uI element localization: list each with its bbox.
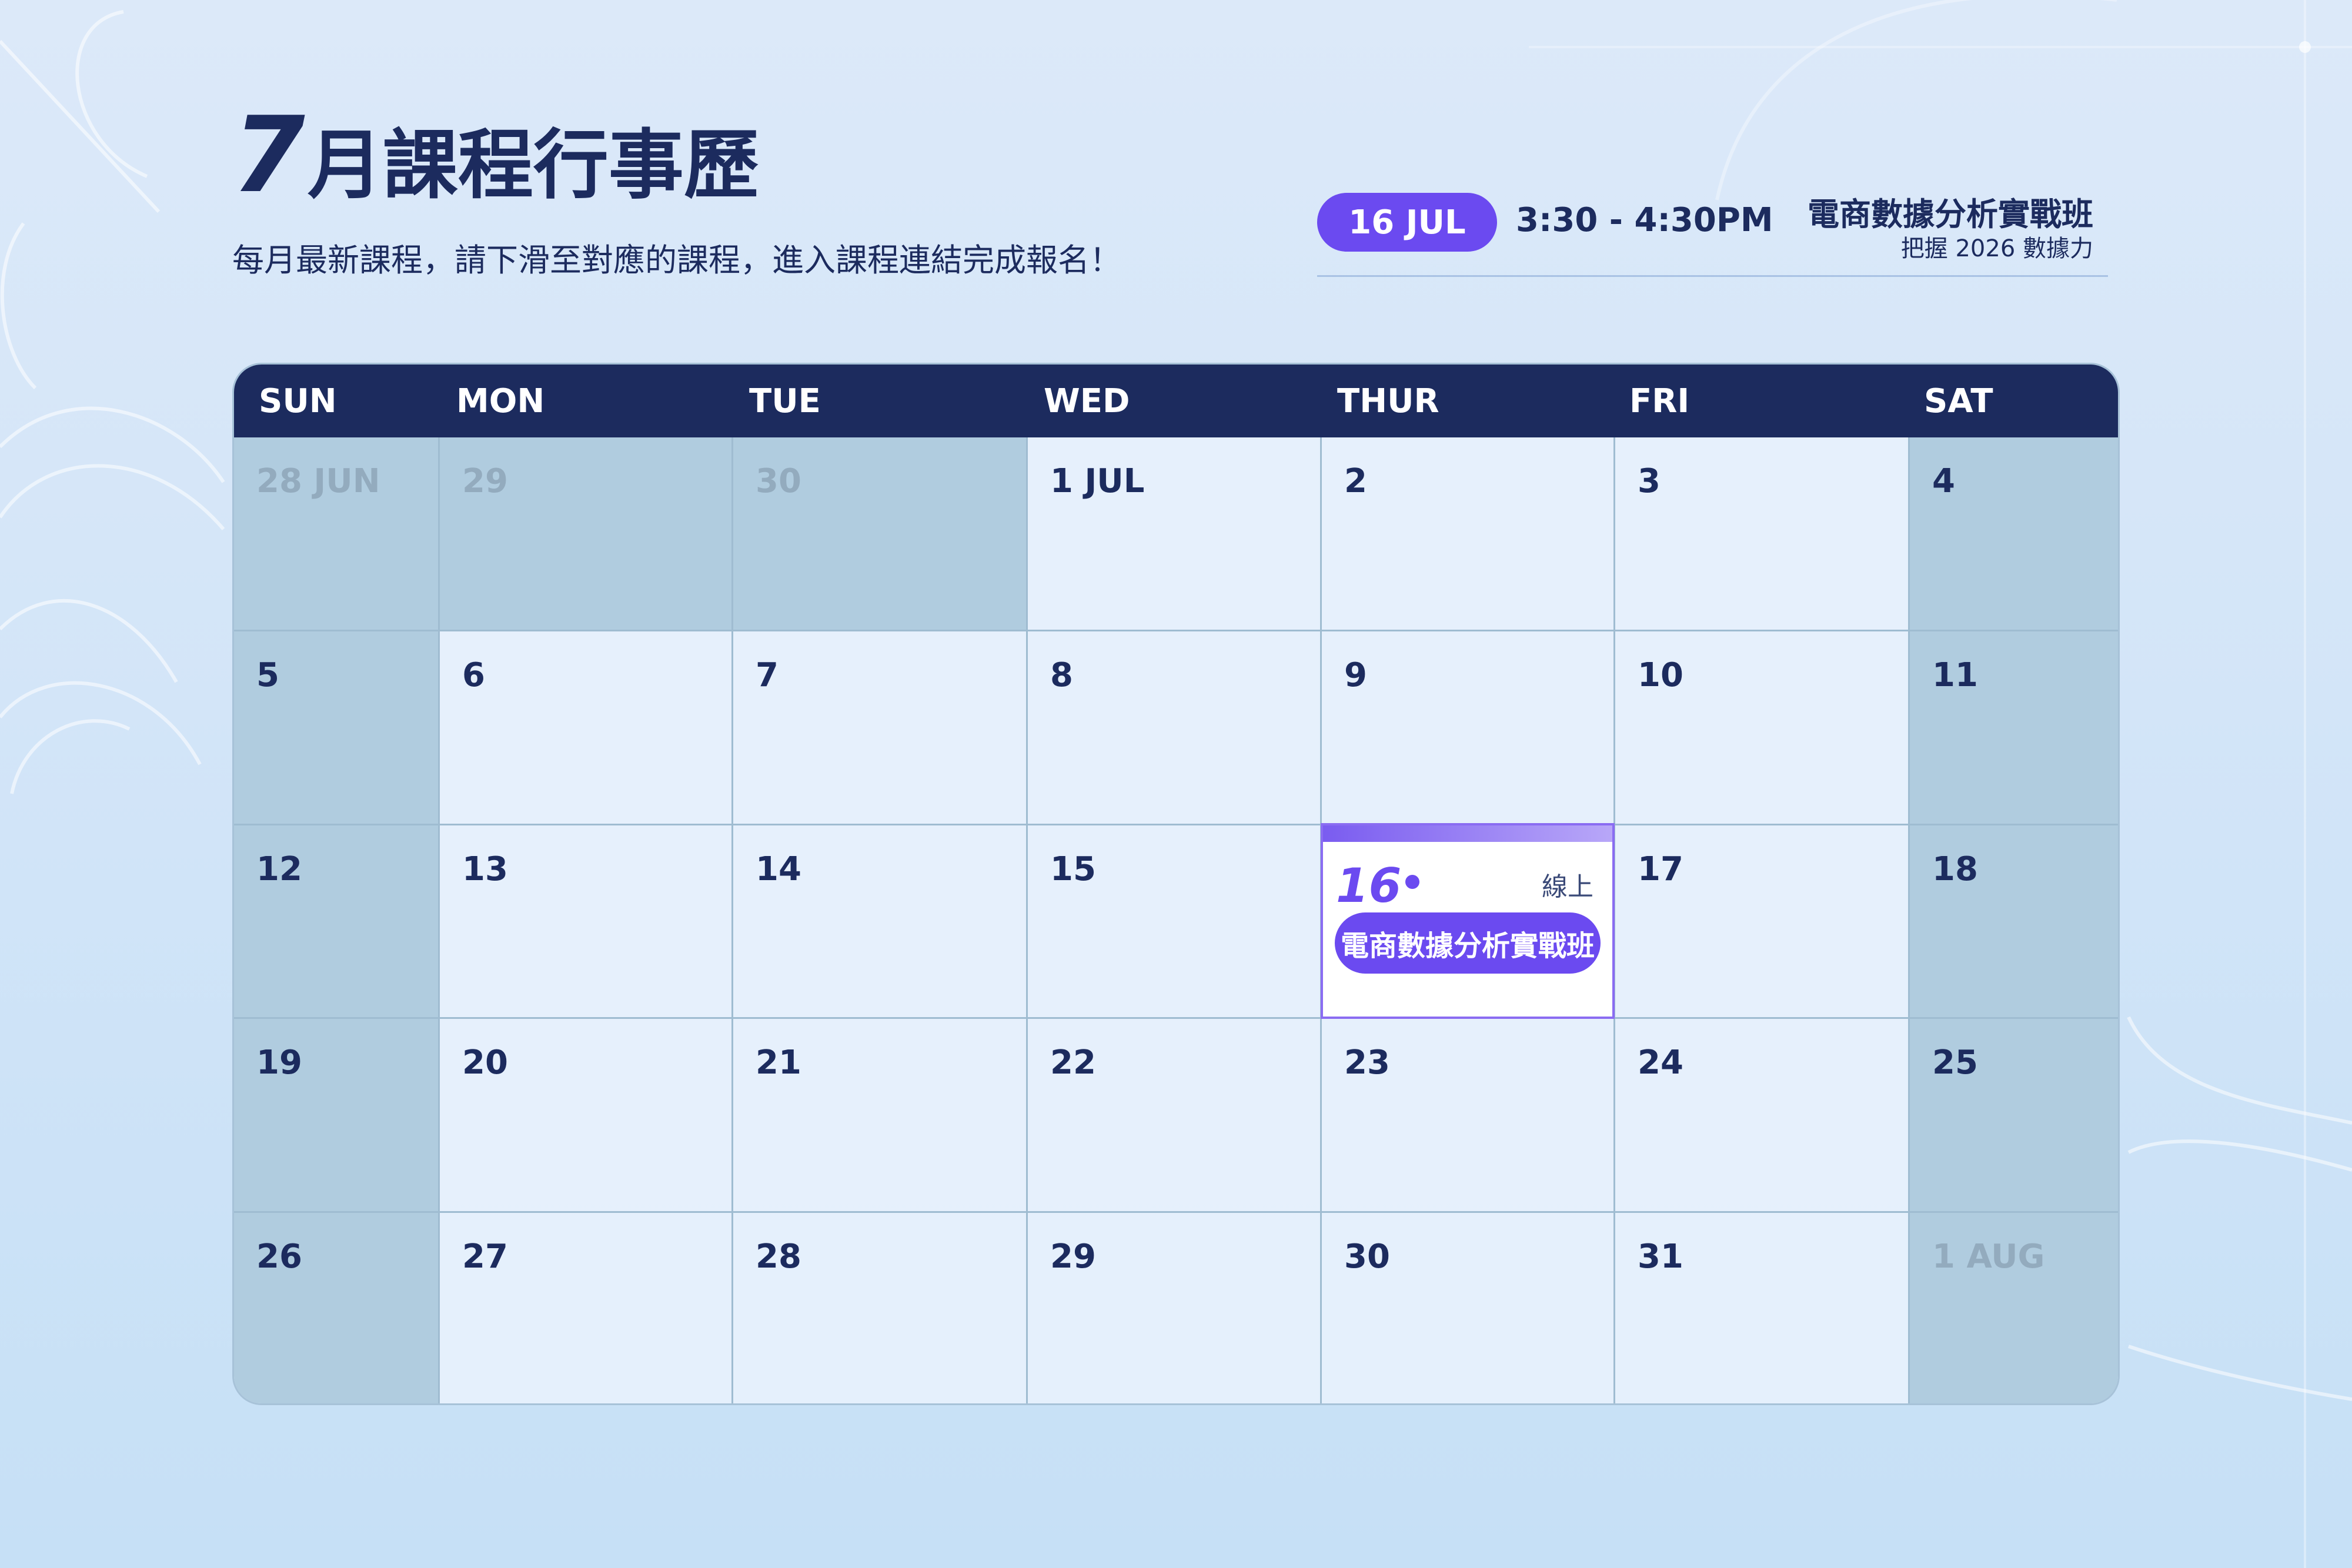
cell-date-label: 3 bbox=[1638, 462, 1661, 500]
calendar-cell[interactable]: 31 bbox=[1615, 1213, 1910, 1403]
calendar-cell[interactable]: 30 bbox=[733, 437, 1028, 631]
calendar-cell[interactable]: 29 bbox=[440, 437, 733, 631]
cell-date-label: 13 bbox=[462, 850, 508, 888]
calendar-cell[interactable]: 7 bbox=[733, 631, 1028, 825]
day-name-mon: MON bbox=[456, 382, 545, 420]
cell-date-label: 7 bbox=[756, 656, 779, 694]
calendar-cell[interactable]: 17 bbox=[1615, 825, 1910, 1019]
calendar-cell[interactable]: 10 bbox=[1615, 631, 1910, 825]
cell-date-label: 21 bbox=[756, 1044, 801, 1082]
calendar-cell[interactable]: 21 bbox=[733, 1019, 1028, 1213]
event-time: 3:30 - 4:30PM bbox=[1516, 201, 1773, 239]
calendar-cell[interactable]: 26 bbox=[234, 1213, 440, 1403]
cell-date-label: 4 bbox=[1932, 462, 1955, 500]
calendar-cell[interactable]: 29 bbox=[1028, 1213, 1322, 1403]
cell-date-label: 8 bbox=[1050, 656, 1073, 694]
day-name-fri: FRI bbox=[1629, 382, 1690, 420]
calendar-cell[interactable]: 2 bbox=[1322, 437, 1615, 631]
cell-date-label: 30 bbox=[756, 462, 801, 500]
calendar-cell[interactable]: 14 bbox=[733, 825, 1028, 1019]
cell-date-label: 11 bbox=[1932, 656, 1978, 694]
calendar-cell[interactable]: 28 JUN bbox=[234, 437, 440, 631]
cell-date-label: 31 bbox=[1638, 1238, 1683, 1276]
cell-date-label: 10 bbox=[1638, 656, 1683, 694]
day-name-sat: SAT bbox=[1924, 382, 1993, 420]
page-title: 7 月課程行事歷 bbox=[232, 94, 759, 216]
cell-date-label: 22 bbox=[1050, 1044, 1096, 1082]
event-accent-bar bbox=[1323, 825, 1612, 842]
title-text: 月課程行事歷 bbox=[307, 122, 759, 209]
calendar-grid: SUN MON TUE WED THUR FRI SAT 28 JUN 29 30 1 JUL 2 3… bbox=[232, 363, 2120, 1405]
day-name-thur: THUR bbox=[1337, 382, 1439, 420]
event-date-pill: 16 JUL bbox=[1317, 193, 1497, 252]
cell-date-label: 25 bbox=[1932, 1044, 1978, 1082]
calendar-header: SUN MON TUE WED THUR FRI SAT bbox=[234, 365, 2118, 437]
calendar-cell[interactable]: 1 AUG bbox=[1910, 1213, 2118, 1403]
cell-date-label: 29 bbox=[1050, 1238, 1096, 1276]
day-name-wed: WED bbox=[1044, 382, 1130, 420]
cell-date-label: 27 bbox=[462, 1238, 508, 1276]
calendar-cell[interactable]: 19 bbox=[234, 1019, 440, 1213]
day-name-sun: SUN bbox=[259, 382, 337, 420]
calendar-cell[interactable]: 4 bbox=[1910, 437, 2118, 631]
cell-date-label: 30 bbox=[1344, 1238, 1390, 1276]
cell-date-label: 28 bbox=[756, 1238, 801, 1276]
calendar-cell[interactable]: 5 bbox=[234, 631, 440, 825]
calendar-cell[interactable]: 24 bbox=[1615, 1019, 1910, 1213]
cell-date-label: 20 bbox=[462, 1044, 508, 1082]
summary-divider bbox=[1317, 275, 2108, 277]
calendar-cell[interactable]: 8 bbox=[1028, 631, 1322, 825]
page-subtitle: 每月最新課程，請下滑至對應的課程，進入課程連結完成報名！ bbox=[232, 242, 1121, 279]
cell-date-label: 15 bbox=[1050, 850, 1096, 888]
cell-date-label: 9 bbox=[1344, 656, 1367, 694]
cell-date-label: 1 JUL bbox=[1050, 462, 1145, 500]
calendar-cell[interactable]: 1 JUL bbox=[1028, 437, 1322, 631]
calendar-cell[interactable]: 3 bbox=[1615, 437, 1910, 631]
cell-date-label: 5 bbox=[256, 656, 279, 694]
event-course-subtitle: 把握 2026 數據力 bbox=[1900, 235, 2093, 262]
cell-date-label: 18 bbox=[1932, 850, 1978, 888]
calendar-cell[interactable]: 13 bbox=[440, 825, 733, 1019]
event-course-chip[interactable]: 電商數據分析實戰班 bbox=[1335, 912, 1601, 974]
day-name-tue: TUE bbox=[749, 382, 821, 420]
cell-date-label: 26 bbox=[256, 1238, 302, 1276]
cell-date-label: 1 AUG bbox=[1932, 1238, 2045, 1276]
calendar-cell[interactable]: 6 bbox=[440, 631, 733, 825]
cell-date-label: 23 bbox=[1344, 1044, 1390, 1082]
cell-date-label: 19 bbox=[256, 1044, 302, 1082]
calendar-cell[interactable]: 12 bbox=[234, 825, 440, 1019]
calendar-cell[interactable]: 11 bbox=[1910, 631, 2118, 825]
title-month-number: 7 bbox=[232, 94, 305, 216]
event-course-name: 電商數據分析實戰班 bbox=[1808, 196, 2093, 233]
event-cell-16[interactable]: 16 線上 電商數據分析實戰班 bbox=[1321, 823, 1615, 1019]
event-mode-label: 線上 bbox=[1542, 872, 1593, 902]
calendar-cell[interactable]: 15 bbox=[1028, 825, 1322, 1019]
cell-date-label: 6 bbox=[462, 656, 485, 694]
event-dot-icon bbox=[1405, 875, 1419, 889]
calendar-cell[interactable]: 27 bbox=[440, 1213, 733, 1403]
event-day-number: 16 bbox=[1336, 858, 1402, 913]
calendar-cell[interactable]: 28 bbox=[733, 1213, 1028, 1403]
cell-date-label: 2 bbox=[1344, 462, 1367, 500]
calendar-cell[interactable]: 9 bbox=[1322, 631, 1615, 825]
calendar-cell[interactable]: 22 bbox=[1028, 1019, 1322, 1213]
cell-date-label: 28 JUN bbox=[256, 462, 380, 500]
cell-date-label: 17 bbox=[1638, 850, 1683, 888]
calendar-cell[interactable]: 30 bbox=[1322, 1213, 1615, 1403]
event-summary: 16 JUL 3:30 - 4:30PM 電商數據分析實戰班 把握 2026 數… bbox=[1317, 188, 2108, 278]
cell-date-label: 14 bbox=[756, 850, 801, 888]
calendar-cell[interactable]: 20 bbox=[440, 1019, 733, 1213]
cell-date-label: 29 bbox=[462, 462, 508, 500]
calendar-cell[interactable]: 18 bbox=[1910, 825, 2118, 1019]
cell-date-label: 24 bbox=[1638, 1044, 1683, 1082]
cell-date-label: 12 bbox=[256, 850, 302, 888]
calendar-cell[interactable]: 25 bbox=[1910, 1019, 2118, 1213]
calendar-cell[interactable]: 23 bbox=[1322, 1019, 1615, 1213]
